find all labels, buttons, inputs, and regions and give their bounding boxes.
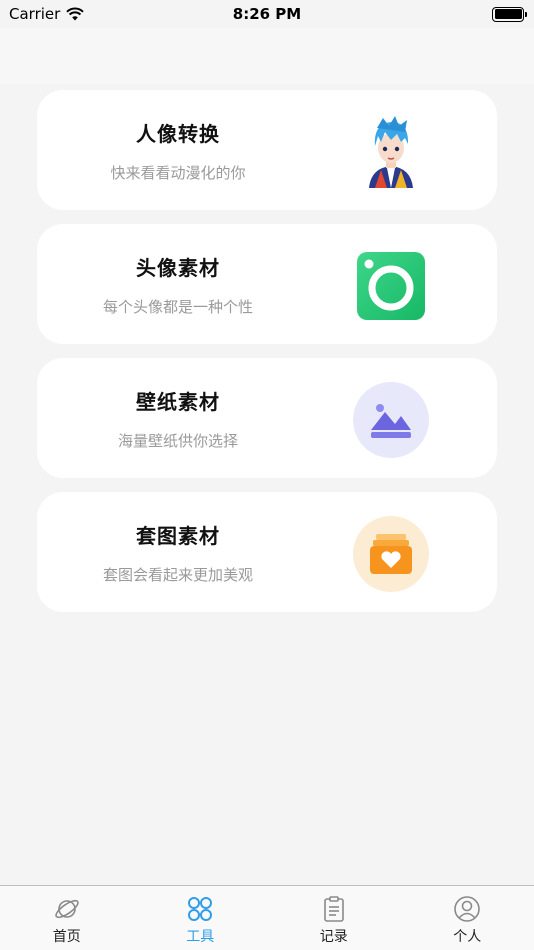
- card-title: 壁纸素材: [136, 390, 220, 414]
- tab-label: 记录: [319, 929, 348, 945]
- card-title: 头像素材: [136, 256, 220, 280]
- user-circle-icon: [454, 896, 481, 922]
- grid-circles-icon: [188, 897, 213, 921]
- tab-label: 首页: [52, 929, 81, 945]
- tab-profile[interactable]: 个人: [401, 886, 534, 950]
- tab-records[interactable]: 记录: [267, 886, 401, 950]
- tab-home[interactable]: 首页: [0, 886, 134, 950]
- tab-tools[interactable]: 工具: [134, 886, 268, 950]
- card-subtitle: 每个头像都是一种个性: [102, 298, 253, 316]
- clipboard-icon: [323, 896, 344, 922]
- card-subtitle: 套图会看起来更加美观: [102, 566, 253, 584]
- carrier-label: Carrier: [9, 5, 61, 23]
- card-title: 套图素材: [136, 524, 220, 548]
- tab-bar: 首页 工具 记录 个人: [0, 885, 534, 950]
- anime-avatar-icon: [351, 114, 431, 190]
- card-wallpaper-materials[interactable]: 壁纸素材 海量壁纸供你选择: [37, 358, 497, 478]
- tab-label: 个人: [453, 929, 482, 945]
- camera-icon: [351, 248, 431, 324]
- battery-icon: [492, 6, 527, 22]
- tab-label: 工具: [186, 929, 215, 945]
- card-subtitle: 海量壁纸供你选择: [117, 432, 238, 450]
- card-portrait-conversion[interactable]: 人像转换 快来看看动漫化的你: [37, 90, 497, 210]
- card-subtitle: 快来看看动漫化的你: [110, 164, 246, 182]
- planet-icon: [54, 899, 79, 919]
- card-photo-set-materials[interactable]: 套图素材 套图会看起来更加美观: [37, 492, 497, 612]
- tool-card-list: 人像转换 快来看看动漫化的你 头像素材 每个头像都是一种个性 壁纸素材 海量壁纸…: [37, 90, 497, 626]
- card-title: 人像转换: [136, 122, 220, 146]
- wifi-icon: [66, 7, 85, 21]
- status-bar: Carrier 8:26 PM: [0, 0, 534, 28]
- card-avatar-materials[interactable]: 头像素材 每个头像都是一种个性: [37, 224, 497, 344]
- landscape-image-icon: [351, 382, 431, 458]
- photo-stack-heart-icon: [351, 516, 431, 592]
- navigation-bar: [0, 28, 534, 84]
